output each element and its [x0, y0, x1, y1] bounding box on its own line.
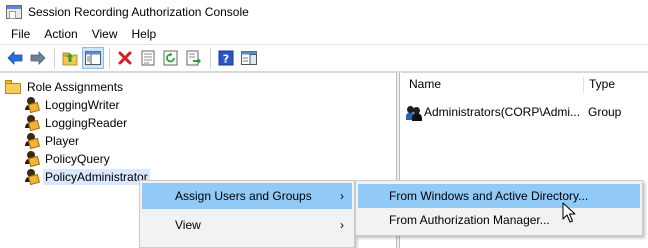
menu-view[interactable]: View — [85, 24, 125, 44]
role-icon — [24, 115, 40, 132]
assign-users-submenu: From Windows and Active Directory... Fro… — [355, 180, 643, 236]
folder-icon — [5, 80, 21, 94]
context-menu-item-label: View — [175, 218, 201, 232]
mouse-cursor-icon — [562, 202, 576, 223]
export-list-button[interactable] — [183, 47, 205, 69]
tree-item-label: Player — [45, 134, 80, 148]
tree-root-role-assignments[interactable]: Role Assignments — [5, 78, 125, 96]
back-button[interactable] — [4, 47, 26, 69]
group-users-icon — [406, 105, 422, 121]
role-icon — [24, 133, 40, 150]
refresh-button[interactable] — [160, 47, 182, 69]
back-arrow-icon — [7, 51, 23, 65]
role-icon — [24, 97, 40, 114]
tree-item-label: LoggingWriter — [45, 98, 120, 112]
toolbar-separator — [210, 48, 211, 68]
delete-button[interactable] — [114, 47, 136, 69]
window-title: Session Recording Authorization Console — [28, 5, 249, 19]
forward-button[interactable] — [27, 47, 49, 69]
submenu-item-from-authorization-manager[interactable]: From Authorization Manager... — [358, 208, 640, 232]
help-icon: ? — [218, 50, 234, 66]
console-pane-icon — [241, 51, 257, 65]
tree-item-label: Role Assignments — [27, 80, 124, 94]
context-menu-item-assign-users-and-groups[interactable]: Assign Users and Groups › — [142, 183, 352, 209]
submenu-arrow-icon: › — [340, 189, 344, 203]
menu-action[interactable]: Action — [37, 24, 84, 44]
properties-icon — [141, 50, 155, 66]
submenu-arrow-icon: › — [340, 218, 344, 232]
title-bar: Session Recording Authorization Console — [0, 0, 648, 24]
toolbar: ? — [0, 44, 648, 72]
context-menu-item-label: Assign Users and Groups — [175, 189, 312, 203]
toolbar-separator — [109, 48, 110, 68]
show-hide-tree-icon — [85, 51, 101, 65]
tree-item-player[interactable]: Player — [24, 132, 81, 150]
export-list-icon — [186, 50, 201, 66]
console-app-icon — [6, 4, 22, 20]
help-button[interactable]: ? — [215, 47, 237, 69]
submenu-item-label: From Authorization Manager... — [389, 213, 550, 227]
show-hide-console-tree-button[interactable] — [82, 47, 104, 69]
submenu-item-label: From Windows and Active Directory... — [389, 189, 589, 203]
context-menu: Assign Users and Groups › View › — [139, 180, 355, 248]
submenu-item-from-windows-and-active-directory[interactable]: From Windows and Active Directory... — [358, 184, 640, 208]
context-menu-item-view[interactable]: View › — [142, 212, 352, 238]
column-header-type[interactable]: Type — [584, 73, 648, 95]
show-hide-action-pane-button[interactable] — [238, 47, 260, 69]
menu-bar: File Action View Help — [0, 24, 648, 44]
tree-item-label: PolicyAdministrator — [43, 169, 150, 185]
list-row-name[interactable]: Administrators(CORP\Admi... — [406, 103, 582, 121]
refresh-icon — [163, 50, 178, 66]
tree-item-label: LoggingReader — [45, 116, 128, 130]
list-row-type: Group — [588, 105, 622, 119]
forward-arrow-icon — [30, 51, 46, 65]
tree-item-policyadministrator[interactable]: PolicyAdministrator — [24, 168, 150, 186]
svg-text:?: ? — [223, 53, 229, 66]
up-one-level-button[interactable] — [59, 47, 81, 69]
tree-item-label: PolicyQuery — [45, 152, 110, 166]
role-icon — [24, 169, 40, 186]
menu-file[interactable]: File — [4, 24, 37, 44]
properties-button[interactable] — [137, 47, 159, 69]
toolbar-separator — [54, 48, 55, 68]
list-row-name-text: Administrators(CORP\Admi... — [424, 105, 581, 119]
tree-item-policyquery[interactable]: PolicyQuery — [24, 150, 112, 168]
column-header-name[interactable]: Name — [404, 73, 582, 95]
delete-icon — [118, 51, 132, 65]
role-icon — [24, 151, 40, 168]
menu-help[interactable]: Help — [125, 24, 164, 44]
up-folder-icon — [62, 52, 78, 66]
tree-item-loggingwriter[interactable]: LoggingWriter — [24, 96, 121, 114]
tree-item-loggingreader[interactable]: LoggingReader — [24, 114, 129, 132]
